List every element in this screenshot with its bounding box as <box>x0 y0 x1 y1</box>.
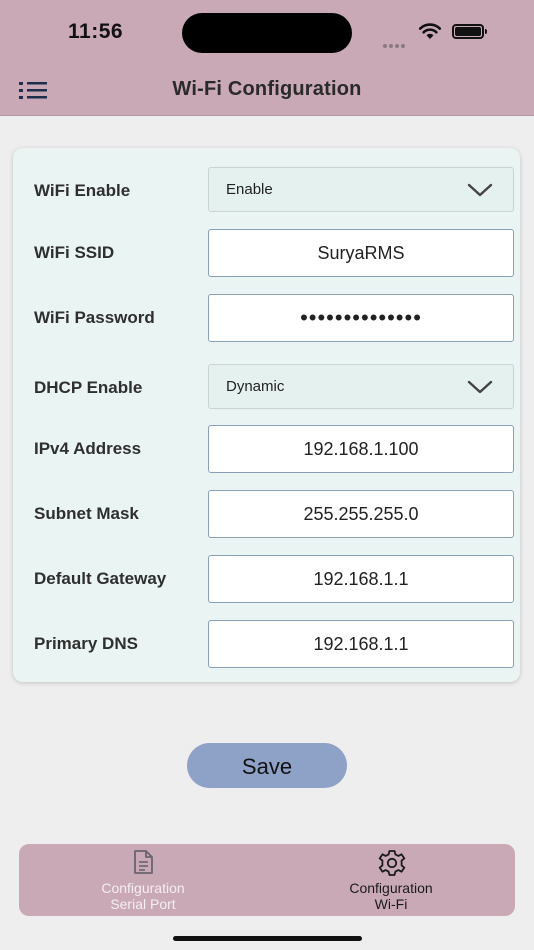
ipv4-address-label: IPv4 Address <box>34 439 142 458</box>
subnet-mask-input[interactable]: 255.255.255.0 <box>208 490 514 538</box>
app-header: Wi-Fi Configuration <box>0 64 534 116</box>
wifi-password-input[interactable]: •••••••••••••• <box>208 294 514 342</box>
ipv4-address-row: IPv4 Address 192.168.1.100 <box>13 425 520 473</box>
tab-label: Configuration Wi-Fi <box>349 880 433 912</box>
signal-dots-icon <box>383 35 407 53</box>
wifi-enable-select[interactable]: Enable <box>208 167 514 212</box>
ipv4-address-input[interactable]: 192.168.1.100 <box>208 425 514 473</box>
dhcp-enable-row: DHCP Enable Dynamic <box>13 364 520 412</box>
save-button[interactable]: Save <box>187 743 347 788</box>
wifi-config-card: WiFi Enable Enable WiFi SSID SuryaRMS Wi… <box>13 148 520 682</box>
dynamic-island <box>182 13 352 53</box>
wifi-enable-label: WiFi Enable <box>34 181 131 200</box>
wifi-ssid-input[interactable]: SuryaRMS <box>208 229 514 277</box>
default-gateway-label: Default Gateway <box>34 569 167 588</box>
subnet-mask-label: Subnet Mask <box>34 504 139 523</box>
wifi-enable-row: WiFi Enable Enable <box>13 167 520 215</box>
dhcp-enable-select[interactable]: Dynamic <box>208 364 514 409</box>
wifi-ssid-label: WiFi SSID <box>34 243 115 262</box>
page-title: Wi-Fi Configuration <box>172 78 362 100</box>
primary-dns-row: Primary DNS 192.168.1.1 <box>13 620 520 668</box>
default-gateway-row: Default Gateway 192.168.1.1 <box>13 555 520 603</box>
document-icon <box>129 848 157 876</box>
subnet-mask-row: Subnet Mask 255.255.255.0 <box>13 490 520 538</box>
chevron-down-icon <box>467 379 493 400</box>
wifi-password-row: WiFi Password •••••••••••••• <box>13 294 520 342</box>
dhcp-enable-label: DHCP Enable <box>34 378 143 397</box>
home-indicator <box>173 936 362 941</box>
chevron-down-icon <box>467 182 493 203</box>
wifi-signal-icon <box>418 22 442 45</box>
tab-configuration-wifi[interactable]: Configuration Wi-Fi <box>267 844 515 916</box>
wifi-password-label: WiFi Password <box>34 308 155 327</box>
gear-icon <box>377 848 406 876</box>
status-bar: 11:56 <box>0 0 534 64</box>
primary-dns-input[interactable]: 192.168.1.1 <box>208 620 514 668</box>
battery-icon <box>452 24 487 39</box>
dhcp-enable-value: Dynamic <box>226 378 285 395</box>
tab-configuration-serial-port[interactable]: Configuration Serial Port <box>19 844 267 916</box>
wifi-enable-value: Enable <box>226 181 273 198</box>
status-time: 11:56 <box>68 20 124 43</box>
wifi-ssid-row: WiFi SSID SuryaRMS <box>13 229 520 277</box>
bottom-tab-bar: Configuration Serial Port Configuration … <box>19 844 515 916</box>
primary-dns-label: Primary DNS <box>34 634 138 653</box>
tab-label: Configuration Serial Port <box>101 880 185 912</box>
default-gateway-input[interactable]: 192.168.1.1 <box>208 555 514 603</box>
